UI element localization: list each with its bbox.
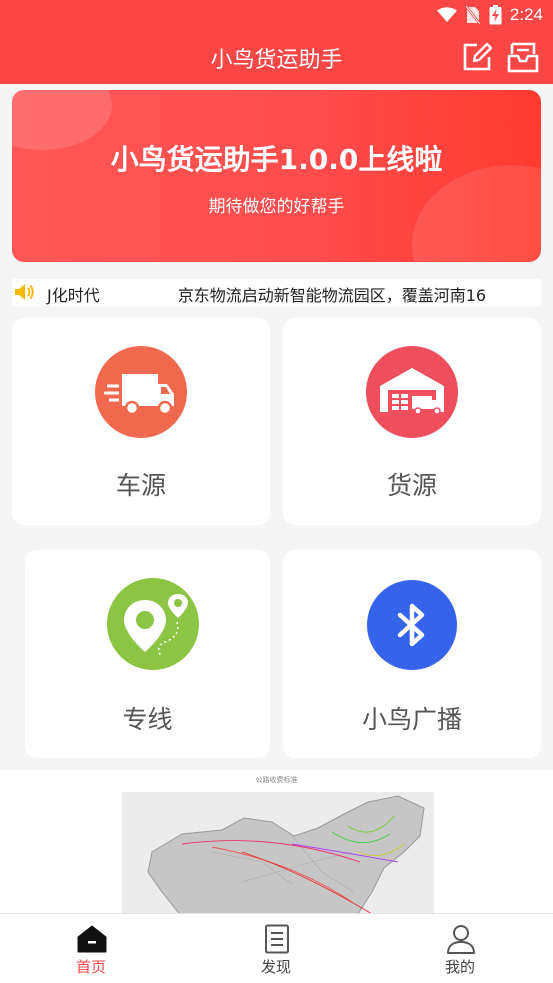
bottom-navigation: 首页 发现 我的 [0, 913, 553, 983]
news-text-part: J化时代 [47, 286, 100, 305]
map-caption: 公路收费标准 [255, 776, 298, 784]
app-bar: 小鸟货运助手 [0, 32, 553, 84]
nav-mine[interactable]: 我的 [410, 914, 510, 983]
edit-button[interactable] [461, 40, 493, 74]
banner-title: 小鸟货运助手1.0.0上线啦 [110, 143, 443, 176]
cargo-source-label: 货源 [386, 471, 437, 500]
status-time: 2:24 [509, 5, 543, 24]
inbox-button[interactable] [506, 40, 540, 74]
broadcast-label: 小鸟广播 [361, 705, 462, 734]
nav-home[interactable]: 首页 [41, 914, 141, 983]
dedicated-line-label: 专线 [122, 705, 173, 734]
truck-icon [95, 346, 187, 438]
nav-discover-label: 发现 [260, 958, 291, 976]
news-marquee[interactable]: J化时代 京东物流启动新智能物流园区，覆盖河南16 [12, 279, 541, 306]
map-section[interactable]: 公路收费标准 [0, 770, 553, 913]
speaker-icon [15, 284, 34, 300]
cargo-source-card[interactable]: 货源 [283, 318, 541, 525]
broadcast-card[interactable]: 小鸟广播 [283, 550, 541, 758]
news-text-part: 京东物流启动新智能物流园区，覆盖河南16 [177, 286, 487, 305]
nav-home-label: 首页 [75, 958, 106, 976]
wifi-icon [436, 7, 457, 22]
location-route-icon [107, 578, 199, 670]
vehicle-source-card[interactable]: 车源 [12, 318, 270, 525]
battery-charging-icon [489, 5, 502, 25]
nav-mine-label: 我的 [444, 958, 475, 976]
edit-icon [463, 42, 493, 71]
vehicle-source-label: 车源 [115, 471, 166, 500]
warehouse-icon [366, 346, 458, 438]
dedicated-line-card[interactable]: 专线 [25, 550, 270, 758]
bluetooth-icon [367, 580, 457, 670]
news-text: J化时代 京东物流启动新智能物流园区，覆盖河南16 [47, 282, 486, 306]
user-icon [447, 925, 475, 954]
home-icon [77, 925, 107, 953]
banner-subtitle: 期待做您的好帮手 [208, 197, 345, 217]
document-icon [265, 924, 289, 954]
status-bar: 2:24 [0, 0, 553, 32]
nav-discover[interactable]: 发现 [226, 914, 326, 983]
china-route-map [122, 792, 434, 913]
no-sim-icon [464, 5, 481, 25]
promo-banner[interactable]: 小鸟货运助手1.0.0上线啦 期待做您的好帮手 [12, 90, 541, 262]
status-icons: 2:24 [436, 5, 543, 25]
inbox-icon [507, 42, 539, 73]
